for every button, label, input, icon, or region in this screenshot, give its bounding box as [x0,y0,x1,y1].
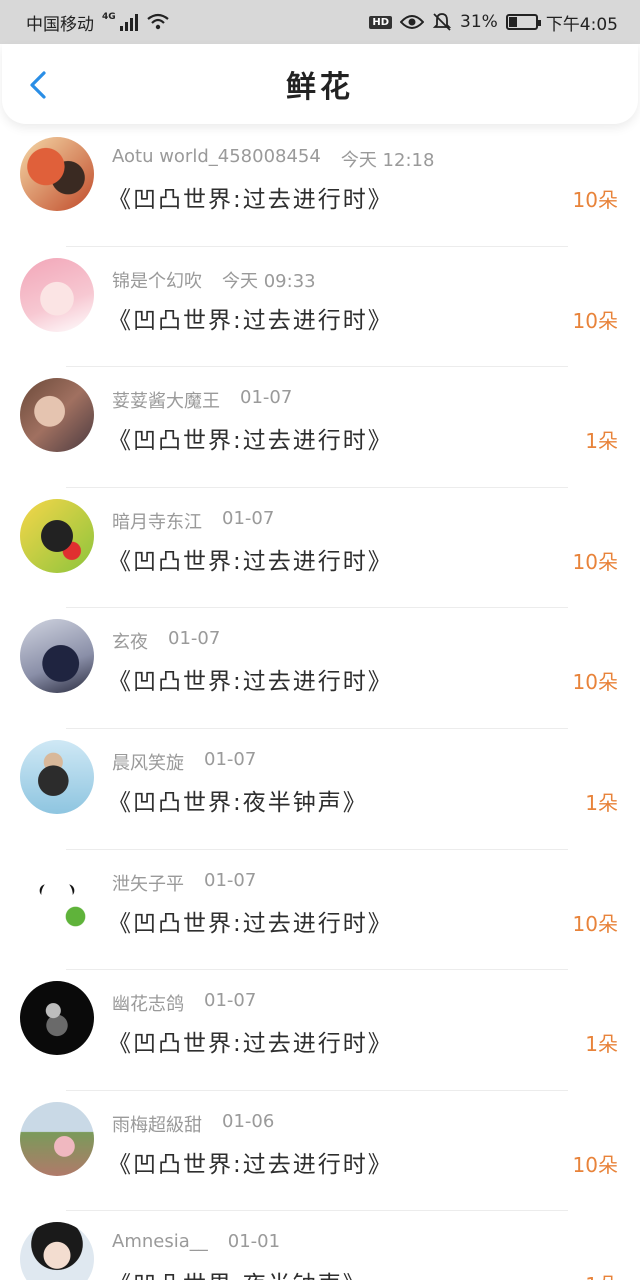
avatar[interactable] [20,860,94,935]
avatar[interactable] [20,739,94,814]
username[interactable]: 荽荽酱大魔王 [112,387,220,413]
timestamp: 01-07 [204,990,257,1012]
flower-count: 10朵 [572,911,618,936]
list-item[interactable]: 锦是个幻吹 今天 09:33 《凹凸世界:过去进行时》 10朵 [0,247,640,368]
book-title[interactable]: 《凹凸世界:过去进行时》 [108,180,393,214]
timestamp: 01-07 [204,869,257,891]
flower-list: Aotu world_458008454 今天 12:18 《凹凸世界:过去进行时》… [0,126,640,1280]
list-item[interactable]: 玄夜 01-07 《凹凸世界:过去进行时》 10朵 [0,608,640,729]
book-title[interactable]: 《凹凸世界:过去进行时》 [108,904,393,938]
avatar[interactable] [20,137,94,211]
item-meta: Aotu world_458008454 今天 12:18 [112,146,434,172]
flower-count: 10朵 [572,1152,618,1177]
page-title: 鲜花 [286,70,354,105]
list-item[interactable]: 泄矢子平 01-07 《凹凸世界:过去进行时》 10朵 [0,850,640,971]
item-meta: 荽荽酱大魔王 01-07 [112,387,292,413]
list-item[interactable]: Amnesia__ 01-01 《凹凸世界:夜半钟声》 1朵 [0,1211,640,1280]
battery-percent: 31% [460,12,498,32]
back-arrow-icon[interactable] [24,70,54,100]
timestamp: 01-07 [168,628,221,650]
item-meta: 雨梅超級甜 01-06 [112,1111,274,1137]
username[interactable]: 晨风笑旋 [112,749,184,775]
avatar[interactable] [20,1222,94,1280]
list-item[interactable]: 幽花志鸽 01-07 《凹凸世界:过去进行时》 1朵 [0,970,640,1091]
clock: 下午4:05 [545,14,618,35]
list-item[interactable]: 暗月寺东江 01-07 《凹凸世界:过去进行时》 10朵 [0,488,640,609]
wifi-icon [146,13,169,30]
item-meta: 玄夜 01-07 [112,628,220,654]
list-item[interactable]: 晨风笑旋 01-07 《凹凸世界:夜半钟声》 1朵 [0,729,640,850]
carrier-label: 中国移动 [26,14,94,35]
mute-bell-icon [432,13,452,31]
flower-count: 1朵 [585,790,618,815]
item-meta: 暗月寺东江 01-07 [112,508,274,534]
network-type-label: 4G [102,12,116,22]
navigation-bar: 鲜花 [2,44,638,124]
timestamp: 01-06 [222,1110,275,1132]
timestamp: 今天 09:33 [222,270,316,292]
item-meta: 晨风笑旋 01-07 [112,749,256,775]
book-title[interactable]: 《凹凸世界:过去进行时》 [108,421,393,455]
battery-icon [505,14,541,30]
list-item[interactable]: Aotu world_458008454 今天 12:18 《凹凸世界:过去进行时》… [0,126,640,247]
book-title[interactable]: 《凹凸世界:过去进行时》 [108,1024,393,1058]
timestamp: 今天 12:18 [340,150,435,171]
avatar[interactable] [20,498,94,573]
timestamp: 01-07 [204,748,257,770]
username[interactable]: 锦是个幻吹 [112,267,202,293]
avatar[interactable] [20,378,94,453]
hd-icon: HD [369,15,393,29]
status-bar: 中国移动 4G HD 31% 下午4:05 [0,0,640,44]
item-meta: 泄矢子平 01-07 [112,870,256,896]
username[interactable]: 暗月寺东江 [112,508,202,534]
book-title[interactable]: 《凹凸世界:过去进行时》 [108,301,393,335]
book-title[interactable]: 《凹凸世界:过去进行时》 [108,662,393,696]
book-title[interactable]: 《凹凸世界:过去进行时》 [108,542,393,576]
avatar[interactable] [20,619,94,694]
flower-count: 10朵 [572,549,618,574]
flower-count: 1朵 [585,1269,618,1280]
book-title[interactable]: 《凹凸世界:夜半钟声》 [108,1265,368,1280]
avatar[interactable] [20,1101,94,1176]
username[interactable]: Amnesia__ [112,1231,208,1252]
book-title[interactable]: 《凹凸世界:夜半钟声》 [108,783,368,817]
username[interactable]: 泄矢子平 [112,870,184,896]
list-item[interactable]: 荽荽酱大魔王 01-07 《凹凸世界:过去进行时》 1朵 [0,367,640,488]
battery-fill [508,17,517,27]
book-title[interactable]: 《凹凸世界:过去进行时》 [108,1145,393,1179]
avatar[interactable] [20,981,94,1056]
timestamp: 01-01 [227,1231,281,1253]
flower-count: 10朵 [572,188,618,212]
username[interactable]: 玄夜 [112,628,148,654]
item-meta: 锦是个幻吹 今天 09:33 [112,267,316,293]
item-meta: 幽花志鸽 01-07 [112,990,256,1016]
timestamp: 01-07 [222,507,275,529]
username[interactable]: Aotu world_458008454 [112,146,321,172]
flower-count: 10朵 [572,670,618,695]
signal-icon [119,13,138,31]
flower-count: 10朵 [572,308,618,333]
timestamp: 01-07 [240,387,293,409]
flower-count: 1朵 [585,1032,618,1057]
username[interactable]: 幽花志鸽 [112,990,184,1016]
username[interactable]: 雨梅超級甜 [112,1111,202,1137]
flower-count: 1朵 [585,429,618,454]
eye-icon [400,15,425,29]
item-meta: Amnesia__ 01-01 [112,1231,280,1252]
avatar[interactable] [20,257,94,332]
list-item[interactable]: 雨梅超級甜 01-06 《凹凸世界:过去进行时》 10朵 [0,1091,640,1212]
